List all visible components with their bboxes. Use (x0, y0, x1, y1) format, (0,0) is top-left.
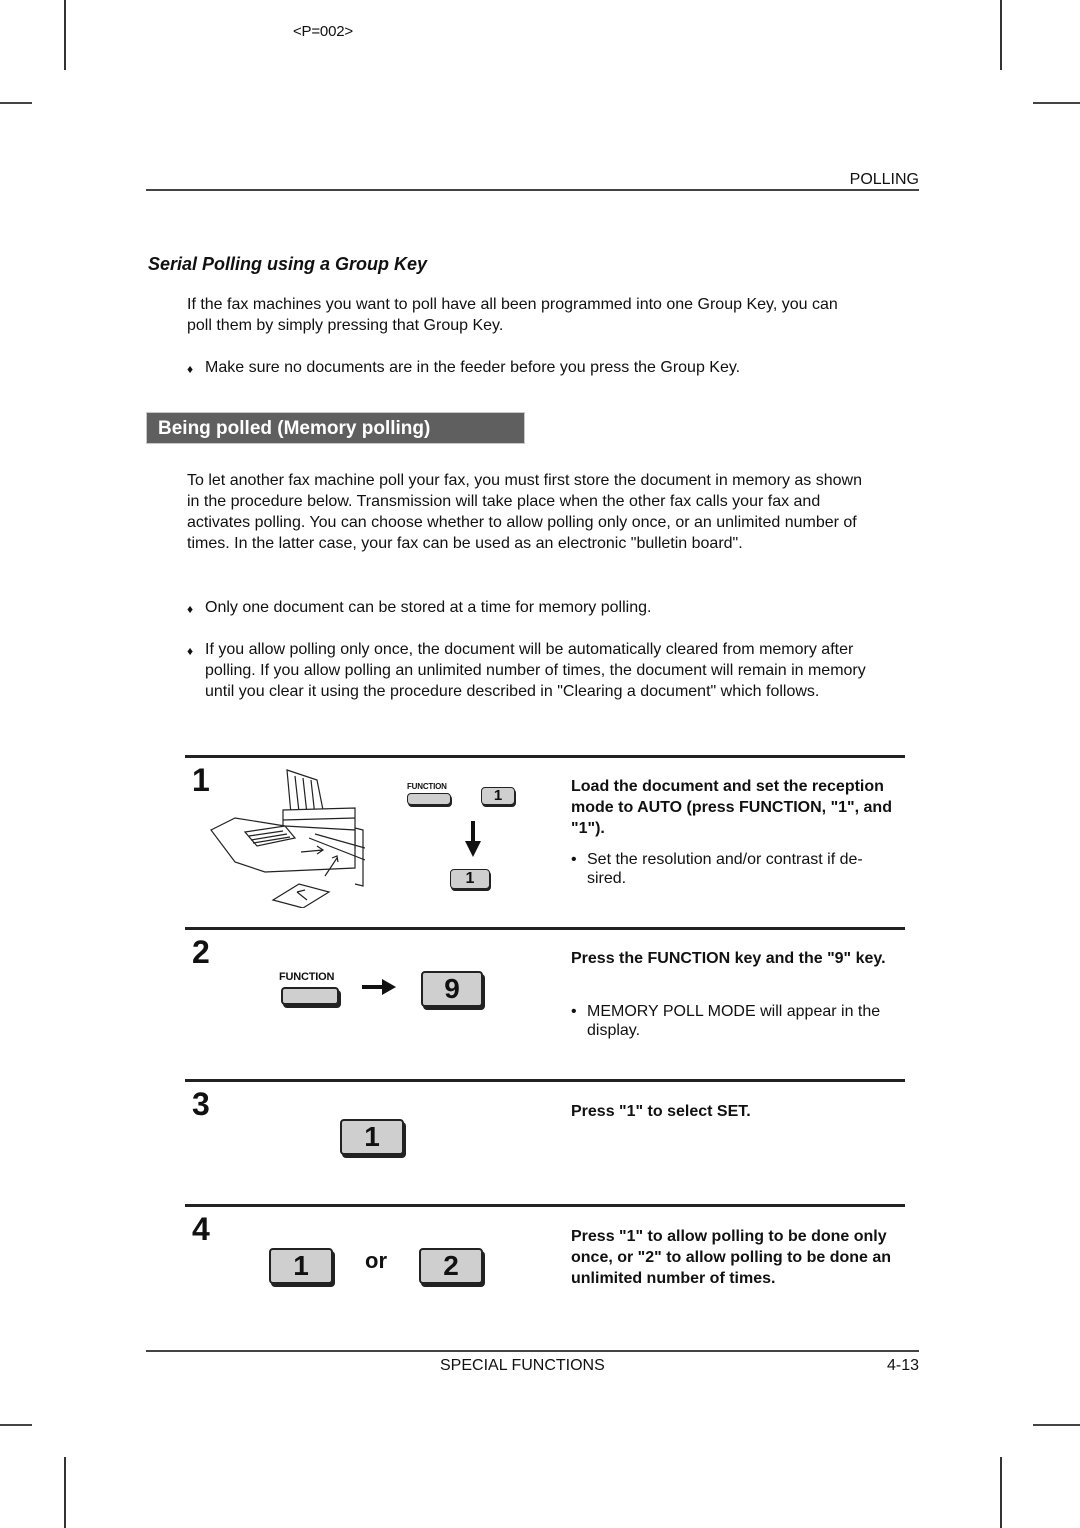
footer-title: SPECIAL FUNCTIONS (440, 1357, 605, 1374)
crop-mark (64, 0, 66, 70)
step-instruction: Press the FUNCTION key and the "9" key. (571, 950, 886, 967)
crop-mark (1000, 1457, 1002, 1528)
key-1[interactable]: 1 (269, 1248, 333, 1284)
memory-polling-title: Being polled (Memory polling) (158, 418, 431, 439)
bullet-item: ♦ If you allow polling only once, the do… (187, 641, 866, 700)
function-key-label: FUNCTION (407, 782, 447, 791)
key-9[interactable]: 9 (421, 971, 483, 1007)
page-code: <P=002> (293, 23, 353, 40)
fax-machine-illustration (210, 769, 365, 908)
crop-mark (1033, 102, 1080, 104)
header-rule (146, 189, 919, 191)
step-note: • Set the resolution and/or contrast if … (571, 851, 863, 887)
step-divider (185, 755, 905, 758)
bullet-item: ♦ Only one document can be stored at a t… (187, 597, 877, 620)
crop-mark (0, 1424, 32, 1426)
function-key-label: FUNCTION (279, 971, 335, 983)
dot-bullet-icon: • (571, 1003, 577, 1020)
or-connector: or (365, 1248, 387, 1273)
page-number: 4-13 (886, 1357, 919, 1374)
step-number: 4 (192, 1211, 210, 1247)
diamond-bullet-icon: ♦ (187, 644, 194, 658)
section-header: POLLING (849, 171, 919, 188)
crop-mark (1000, 0, 1002, 70)
crop-mark (0, 102, 32, 104)
key-2[interactable]: 2 (419, 1248, 483, 1284)
function-key[interactable] (407, 793, 451, 805)
crop-mark (1033, 1424, 1080, 1426)
function-key[interactable] (281, 987, 339, 1005)
step-divider (185, 927, 905, 930)
memory-polling-paragraph: To let another fax machine poll your fax… (187, 472, 862, 552)
step-instruction: Press "1" to select SET. (571, 1103, 751, 1120)
footer-rule (146, 1350, 919, 1352)
crop-mark (64, 1457, 66, 1528)
step-divider (185, 1204, 905, 1207)
key-1[interactable]: 1 (340, 1119, 404, 1155)
step-number: 2 (192, 934, 210, 970)
arrow-down-icon (465, 821, 481, 857)
step-instruction: Load the document and set the reception … (571, 778, 892, 837)
step-number: 3 (192, 1086, 210, 1122)
key-1[interactable]: 1 (481, 787, 515, 805)
arrow-right-icon (362, 979, 396, 995)
diamond-bullet-icon: ♦ (187, 602, 194, 616)
section-banner: Being polled (Memory polling) (146, 412, 525, 444)
diamond-bullet-icon: ♦ (187, 362, 194, 376)
step-divider (185, 1079, 905, 1082)
dot-bullet-icon: • (571, 851, 577, 868)
serial-polling-paragraph: If the fax machines you want to poll hav… (187, 296, 838, 334)
bullet-item: ♦ Make sure no documents are in the feed… (187, 357, 867, 380)
key-1[interactable]: 1 (450, 869, 490, 889)
serial-polling-title: Serial Polling using a Group Key (148, 254, 428, 274)
step-instruction: Press "1" to allow polling to be done on… (571, 1228, 892, 1287)
step-note: • MEMORY POLL MODE will appear in the di… (571, 1003, 881, 1039)
